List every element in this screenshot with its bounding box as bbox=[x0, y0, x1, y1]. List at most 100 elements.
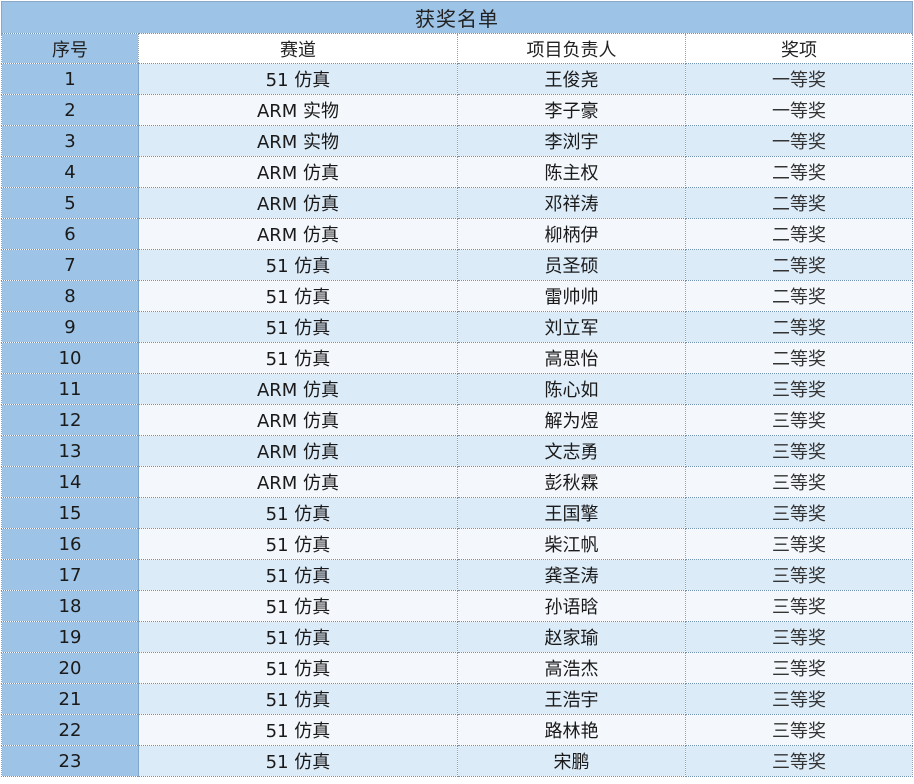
cell-index[interactable]: 15 bbox=[1, 497, 139, 529]
cell-track[interactable]: ARM 仿真 bbox=[138, 187, 458, 219]
cell-award[interactable]: 三等奖 bbox=[685, 373, 913, 405]
cell-index[interactable]: 4 bbox=[1, 156, 139, 188]
cell-track[interactable]: ARM 仿真 bbox=[138, 218, 458, 250]
cell-index[interactable]: 9 bbox=[1, 311, 139, 343]
cell-index[interactable]: 23 bbox=[1, 745, 139, 777]
cell-track[interactable]: ARM 仿真 bbox=[138, 373, 458, 405]
header-track[interactable]: 赛道 bbox=[138, 33, 458, 64]
cell-track[interactable]: ARM 实物 bbox=[138, 94, 458, 126]
cell-award[interactable]: 二等奖 bbox=[685, 342, 913, 374]
cell-leader[interactable]: 刘立军 bbox=[457, 311, 686, 343]
cell-index[interactable]: 6 bbox=[1, 218, 139, 250]
cell-leader[interactable]: 陈主权 bbox=[457, 156, 686, 188]
cell-award[interactable]: 二等奖 bbox=[685, 280, 913, 312]
cell-leader[interactable]: 王浩宇 bbox=[457, 683, 686, 715]
header-index[interactable]: 序号 bbox=[1, 33, 139, 64]
cell-track[interactable]: 51 仿真 bbox=[138, 745, 458, 777]
table-row: 16 51 仿真 柴江帆 三等奖 bbox=[1, 528, 913, 560]
cell-award[interactable]: 三等奖 bbox=[685, 466, 913, 498]
cell-track[interactable]: 51 仿真 bbox=[138, 342, 458, 374]
cell-leader[interactable]: 李浏宇 bbox=[457, 125, 686, 157]
header-leader[interactable]: 项目负责人 bbox=[457, 33, 686, 64]
cell-award[interactable]: 三等奖 bbox=[685, 621, 913, 653]
cell-leader[interactable]: 员圣硕 bbox=[457, 249, 686, 281]
cell-track[interactable]: ARM 仿真 bbox=[138, 404, 458, 436]
cell-leader[interactable]: 文志勇 bbox=[457, 435, 686, 467]
cell-award[interactable]: 三等奖 bbox=[685, 404, 913, 436]
cell-index[interactable]: 8 bbox=[1, 280, 139, 312]
cell-index[interactable]: 2 bbox=[1, 94, 139, 126]
cell-leader[interactable]: 赵家瑜 bbox=[457, 621, 686, 653]
cell-index[interactable]: 22 bbox=[1, 714, 139, 746]
cell-index[interactable]: 10 bbox=[1, 342, 139, 374]
cell-award[interactable]: 二等奖 bbox=[685, 218, 913, 250]
table-row: 3 ARM 实物 李浏宇 一等奖 bbox=[1, 125, 913, 157]
cell-index[interactable]: 21 bbox=[1, 683, 139, 715]
cell-award[interactable]: 二等奖 bbox=[685, 311, 913, 343]
cell-award[interactable]: 三等奖 bbox=[685, 714, 913, 746]
cell-award[interactable]: 三等奖 bbox=[685, 497, 913, 529]
cell-leader[interactable]: 高浩杰 bbox=[457, 652, 686, 684]
cell-leader[interactable]: 解为煜 bbox=[457, 404, 686, 436]
cell-leader[interactable]: 柴江帆 bbox=[457, 528, 686, 560]
cell-index[interactable]: 7 bbox=[1, 249, 139, 281]
cell-award[interactable]: 一等奖 bbox=[685, 94, 913, 126]
cell-track[interactable]: ARM 仿真 bbox=[138, 435, 458, 467]
cell-leader[interactable]: 彭秋霖 bbox=[457, 466, 686, 498]
cell-leader[interactable]: 柳柄伊 bbox=[457, 218, 686, 250]
cell-track[interactable]: 51 仿真 bbox=[138, 683, 458, 715]
cell-track[interactable]: ARM 仿真 bbox=[138, 156, 458, 188]
cell-index[interactable]: 11 bbox=[1, 373, 139, 405]
cell-index[interactable]: 14 bbox=[1, 466, 139, 498]
cell-leader[interactable]: 王国擎 bbox=[457, 497, 686, 529]
cell-award[interactable]: 二等奖 bbox=[685, 249, 913, 281]
cell-leader[interactable]: 孙语晗 bbox=[457, 590, 686, 622]
cell-track[interactable]: 51 仿真 bbox=[138, 528, 458, 560]
cell-leader[interactable]: 邓祥涛 bbox=[457, 187, 686, 219]
cell-award[interactable]: 三等奖 bbox=[685, 528, 913, 560]
cell-leader[interactable]: 高思怡 bbox=[457, 342, 686, 374]
cell-track[interactable]: 51 仿真 bbox=[138, 497, 458, 529]
cell-track[interactable]: 51 仿真 bbox=[138, 652, 458, 684]
cell-index[interactable]: 17 bbox=[1, 559, 139, 591]
table-row: 9 51 仿真 刘立军 二等奖 bbox=[1, 311, 913, 343]
cell-leader[interactable]: 陈心如 bbox=[457, 373, 686, 405]
cell-leader[interactable]: 雷帅帅 bbox=[457, 280, 686, 312]
cell-track[interactable]: 51 仿真 bbox=[138, 311, 458, 343]
cell-award[interactable]: 一等奖 bbox=[685, 125, 913, 157]
table-row: 15 51 仿真 王国擎 三等奖 bbox=[1, 497, 913, 529]
cell-award[interactable]: 三等奖 bbox=[685, 559, 913, 591]
cell-index[interactable]: 19 bbox=[1, 621, 139, 653]
cell-award[interactable]: 三等奖 bbox=[685, 683, 913, 715]
cell-track[interactable]: 51 仿真 bbox=[138, 280, 458, 312]
cell-index[interactable]: 20 bbox=[1, 652, 139, 684]
cell-leader[interactable]: 路林艳 bbox=[457, 714, 686, 746]
cell-index[interactable]: 12 bbox=[1, 404, 139, 436]
cell-leader[interactable]: 宋鹏 bbox=[457, 745, 686, 777]
cell-award[interactable]: 三等奖 bbox=[685, 590, 913, 622]
cell-award[interactable]: 二等奖 bbox=[685, 187, 913, 219]
cell-track[interactable]: 51 仿真 bbox=[138, 63, 458, 95]
cell-leader[interactable]: 李子豪 bbox=[457, 94, 686, 126]
cell-track[interactable]: ARM 仿真 bbox=[138, 466, 458, 498]
cell-award[interactable]: 三等奖 bbox=[685, 652, 913, 684]
cell-track[interactable]: 51 仿真 bbox=[138, 714, 458, 746]
cell-award[interactable]: 二等奖 bbox=[685, 156, 913, 188]
cell-track[interactable]: 51 仿真 bbox=[138, 621, 458, 653]
cell-leader[interactable]: 龚圣涛 bbox=[457, 559, 686, 591]
cell-index[interactable]: 13 bbox=[1, 435, 139, 467]
cell-track[interactable]: ARM 实物 bbox=[138, 125, 458, 157]
cell-index[interactable]: 5 bbox=[1, 187, 139, 219]
cell-award[interactable]: 一等奖 bbox=[685, 63, 913, 95]
header-award[interactable]: 奖项 bbox=[685, 33, 913, 64]
cell-award[interactable]: 三等奖 bbox=[685, 435, 913, 467]
cell-leader[interactable]: 王俊尧 bbox=[457, 63, 686, 95]
cell-index[interactable]: 16 bbox=[1, 528, 139, 560]
cell-track[interactable]: 51 仿真 bbox=[138, 559, 458, 591]
cell-index[interactable]: 1 bbox=[1, 63, 139, 95]
cell-award[interactable]: 三等奖 bbox=[685, 745, 913, 777]
cell-index[interactable]: 3 bbox=[1, 125, 139, 157]
cell-index[interactable]: 18 bbox=[1, 590, 139, 622]
cell-track[interactable]: 51 仿真 bbox=[138, 249, 458, 281]
cell-track[interactable]: 51 仿真 bbox=[138, 590, 458, 622]
